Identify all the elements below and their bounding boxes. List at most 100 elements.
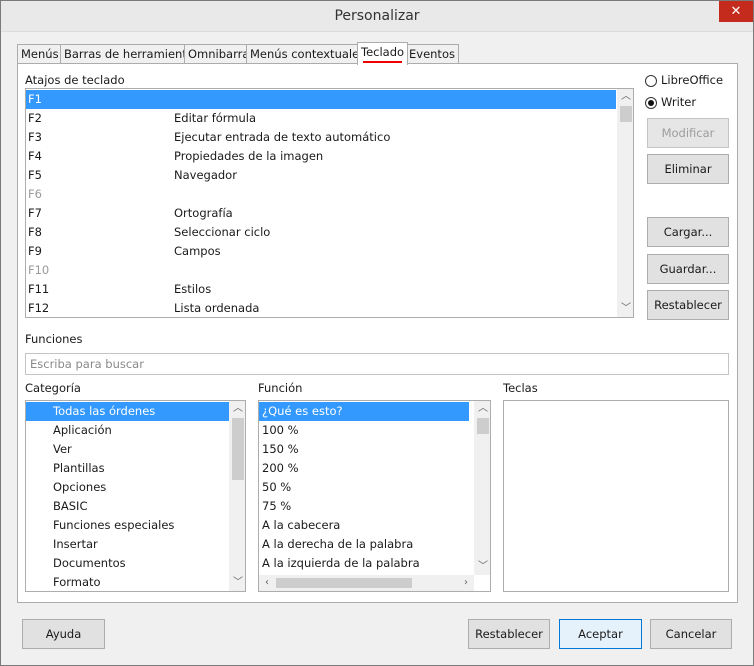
shortcut-row[interactable]: F7 Ortografía [26,204,616,223]
function-item[interactable]: ¿Qué es esto? [259,402,469,421]
tab-label: Teclado [361,45,405,59]
reset-shortcuts-button[interactable]: Restablecer [647,290,729,320]
radio-label: LibreOffice [661,73,724,87]
delete-button[interactable]: Eliminar [647,154,729,184]
tab-label: Menús [21,47,59,61]
scroll-thumb[interactable] [232,418,244,480]
tab-label: Omnibarra [188,47,250,61]
tab-keyboard[interactable]: Teclado [357,42,409,65]
close-button[interactable]: ✕ [719,1,753,22]
tab-context-menus[interactable]: Menús contextuales [246,44,370,64]
category-item[interactable]: Formato [26,573,230,591]
category-item[interactable]: Funciones especiales [26,516,230,535]
scroll-thumb[interactable] [276,578,412,588]
tab-label: Eventos [409,47,455,61]
scroll-down-icon[interactable]: ﹀ [230,575,245,591]
shortcut-key: F6 [28,187,42,201]
dialog-title: Personalizar [334,8,420,24]
shortcut-row[interactable]: F4 Propiedades de la imagen [26,147,616,166]
functions-label: Funciones [25,332,83,346]
shortcut-row[interactable]: F12 Lista ordenada [26,299,616,317]
scroll-thumb[interactable] [477,418,489,434]
tab-toolbars[interactable]: Barras de herramientas [60,44,204,64]
close-icon: ✕ [730,4,742,19]
function-item[interactable]: 200 % [259,459,469,478]
shortcut-row[interactable]: F1 [26,90,616,109]
scroll-down-icon[interactable]: ﹀ [618,301,633,317]
load-button[interactable]: Cargar... [647,217,729,247]
category-list[interactable]: Todas las órdenes Aplicación Ver Plantil… [25,400,246,592]
shortcut-key: F8 [28,225,42,239]
shortcut-key: F4 [28,149,42,163]
function-item[interactable]: 50 % [259,478,469,497]
category-item[interactable]: Todas las órdenes [26,402,230,421]
category-item[interactable]: Insertar [26,535,230,554]
category-item[interactable]: Ver [26,440,230,459]
tab-menus[interactable]: Menús [17,44,63,64]
shortcut-function: Ortografía [174,206,233,220]
shortcut-key: F3 [28,130,42,144]
shortcut-key: F10 [28,263,50,277]
category-item[interactable]: Plantillas [26,459,230,478]
shortcut-row[interactable]: F2 Editar fórmula [26,109,616,128]
modify-button[interactable]: Modificar [647,118,729,148]
category-item[interactable]: Documentos [26,554,230,573]
category-scrollbar[interactable]: ︿ ﹀ [229,401,245,591]
shortcut-row[interactable]: F5 Navegador [26,166,616,185]
shortcut-key: F1 [28,92,42,106]
radio-icon [645,75,657,87]
reset-button[interactable]: Restablecer [468,619,550,649]
keys-list[interactable] [503,400,729,592]
help-button[interactable]: Ayuda [22,619,105,649]
shortcut-key: F11 [28,282,50,296]
shortcut-row[interactable]: F10 [26,261,616,280]
shortcut-row[interactable]: F3 Ejecutar entrada de texto automático [26,128,616,147]
shortcut-function: Estilos [174,282,212,296]
scroll-up-icon[interactable]: ︿ [475,401,490,417]
function-list[interactable]: ¿Qué es esto? 100 % 150 % 200 % 50 % 75 … [258,400,491,592]
function-item[interactable]: A la izquierda de la palabra [259,554,469,573]
shortcut-row[interactable]: F6 [26,185,616,204]
scroll-up-icon[interactable]: ︿ [230,401,245,417]
save-button[interactable]: Guardar... [647,254,729,284]
scroll-right-icon[interactable]: › [458,575,474,591]
shortcut-function: Navegador [174,168,237,182]
tab-events[interactable]: Eventos [405,44,459,64]
category-item[interactable]: Opciones [26,478,230,497]
scroll-left-icon[interactable]: ‹ [259,575,275,591]
scroll-down-icon[interactable]: ﹀ [475,559,490,575]
accept-button[interactable]: Aceptar [559,619,642,649]
function-hscrollbar[interactable]: ‹ › [259,575,474,591]
shortcuts-list[interactable]: F1 F2 Editar fórmula F3 Ejecutar entrada d… [25,88,634,318]
function-item[interactable]: 100 % [259,421,469,440]
title-bar: Personalizar ✕ [1,1,753,32]
function-item[interactable]: 75 % [259,497,469,516]
category-item[interactable]: Aplicación [26,421,230,440]
shortcut-function: Propiedades de la imagen [174,149,324,163]
shortcut-key: F9 [28,244,42,258]
function-item[interactable]: A la derecha de la palabra [259,535,469,554]
category-item[interactable]: BASIC [26,497,230,516]
shortcut-row[interactable]: F11 Estilos [26,280,616,299]
shortcut-function: Seleccionar ciclo [174,225,271,239]
shortcut-key: F7 [28,206,42,220]
scroll-up-icon[interactable]: ︿ [618,89,633,105]
category-label: Categoría [25,381,81,395]
scroll-thumb[interactable] [620,106,632,122]
shortcut-row[interactable]: F8 Seleccionar ciclo [26,223,616,242]
active-tab-indicator [363,61,403,63]
cancel-button[interactable]: Cancelar [650,619,732,649]
scope-writer-radio[interactable]: Writer [645,95,735,111]
shortcuts-scrollbar[interactable]: ︿ ﹀ [617,89,633,317]
function-item[interactable]: A la cabecera [259,516,469,535]
functions-search-input[interactable]: Escriba para buscar [25,353,729,375]
scope-libreoffice-radio[interactable]: LibreOffice [645,73,735,89]
radio-checked-icon [645,97,657,109]
tab-omnibar[interactable]: Omnibarra [184,44,254,64]
function-item[interactable]: 150 % [259,440,469,459]
customize-dialog: Personalizar ✕ Menús Barras de herramien… [0,0,754,666]
function-vscrollbar[interactable]: ︿ ﹀ [474,401,490,575]
shortcut-row[interactable]: F9 Campos [26,242,616,261]
shortcut-function: Campos [174,244,221,258]
keys-label: Teclas [503,381,538,395]
